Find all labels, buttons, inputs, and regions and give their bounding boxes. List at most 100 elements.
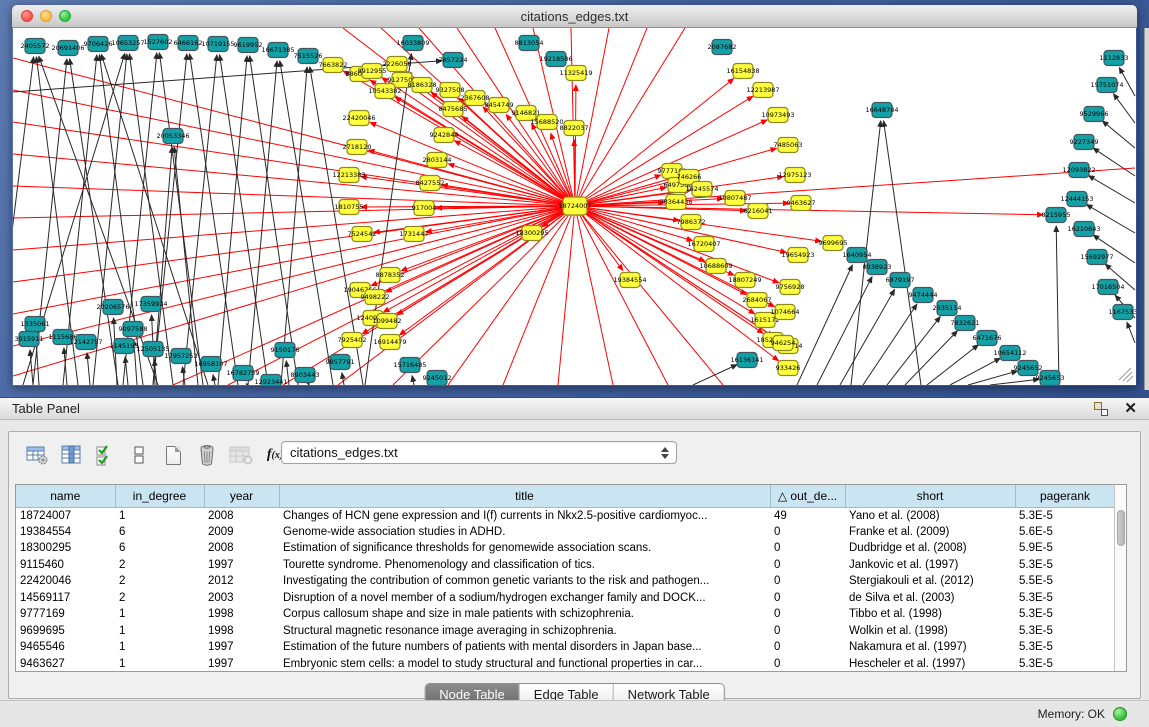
graph-node-label: 17016504 [1091, 283, 1124, 291]
graph-node-label: 15751074 [1090, 81, 1123, 89]
graph-node-label: 16720407 [687, 240, 720, 248]
graph-node-label: 20206576 [96, 303, 129, 311]
network-canvas[interactable]: 2405572206914069706426106532571527602646… [13, 28, 1136, 385]
graph-node-label: 15716485 [393, 361, 426, 369]
table-row[interactable]: 1938455462009Genome-wide association stu… [16, 524, 1115, 541]
table-row[interactable]: 1456911722003Disruption of a novel membe… [16, 590, 1115, 607]
graph-node-label: 2087682 [708, 43, 737, 51]
column-header-title[interactable]: title [279, 485, 770, 507]
float-panel-icon[interactable] [1094, 402, 1108, 416]
graph-node-label: 12923441 [254, 378, 287, 385]
table-row[interactable]: 1830029562008Estimation of significance … [16, 540, 1115, 557]
graph-node-label: 22420046 [342, 114, 375, 122]
table-toolbar: f(x) [23, 438, 289, 472]
graph-node-label: 946254 [771, 339, 796, 347]
graph-node-label: 1167533 [1109, 308, 1136, 316]
graph-node-label: 16136141 [730, 356, 763, 364]
table-row[interactable]: 946362711997Embryonic stem cells: a mode… [16, 656, 1115, 673]
graph-node-label: 9150176 [271, 346, 300, 354]
node-table-grid: namein_degreeyeartitle△ out_de...shortpa… [16, 485, 1116, 672]
column-header-pagerank[interactable]: pagerank [1015, 485, 1115, 507]
graph-node-label: 1112833 [1100, 54, 1129, 62]
graph-node-label: 18300295 [515, 229, 548, 237]
graph-node-label: 11325419 [559, 69, 592, 77]
table-scrollbar[interactable] [1114, 485, 1126, 671]
window-title: citations_edges.txt [12, 9, 1137, 24]
table-settings-icon[interactable] [23, 441, 51, 469]
graph-node-label: 12444153 [1060, 195, 1093, 203]
graph-node-label: 9245652 [1014, 364, 1043, 372]
table-row[interactable]: 977716911998Corpus callosum shape and si… [16, 606, 1115, 623]
graph-node-label: 9498222 [361, 293, 390, 301]
graph-node-label: 12213383 [332, 171, 365, 179]
graph-node-label: 3915911 [15, 335, 44, 343]
graph-node-label: 9756928 [776, 283, 805, 291]
graph-node-label: 20364436 [659, 198, 692, 206]
column-visibility-icon[interactable] [57, 441, 85, 469]
graph-node-label: 16154838 [726, 67, 759, 75]
select-columns-icon[interactable] [91, 441, 119, 469]
graph-node-label: 8186328 [408, 81, 437, 89]
table-panel-body: f(x) citations_edges.txt namein_degreeye… [0, 420, 1149, 727]
table-row[interactable]: 969969511998Structural magnetic resonanc… [16, 623, 1115, 640]
column-header-out_de[interactable]: △ out_de... [770, 485, 845, 507]
graph-node-label: 9242844 [430, 131, 459, 139]
table-selector-value: citations_edges.txt [282, 445, 658, 460]
graph-node-label: 16958107 [194, 360, 227, 368]
graph-node-label: 16033809 [396, 39, 429, 47]
graph-node-label: 9699695 [819, 239, 848, 247]
graph-node-label: 1145193 [110, 342, 139, 350]
graph-node-label: 9857791 [326, 358, 355, 366]
graph-node-label: 6471676 [973, 334, 1002, 342]
table-panel-title: Table Panel [12, 401, 80, 416]
column-header-short[interactable]: short [845, 485, 1015, 507]
new-column-icon[interactable] [159, 441, 187, 469]
table-selector-dropdown[interactable]: citations_edges.txt [281, 441, 677, 464]
graph-node-label: 7986372 [677, 218, 706, 226]
graph-node-label: 9097588 [119, 325, 148, 333]
graph-node-label: 19218586 [539, 55, 572, 63]
graph-node-label: 7524542 [348, 230, 377, 238]
graph-node-label: 9463627 [787, 199, 816, 207]
column-header-name[interactable]: name [16, 485, 115, 507]
table-row[interactable]: 911546021997Tourette syndrome. Phenomeno… [16, 557, 1115, 574]
graph-node-label: 7832621 [951, 319, 980, 327]
table-scrollbar-thumb[interactable] [1117, 510, 1125, 546]
graph-node-label: 15692977 [1080, 253, 1113, 261]
graph-node-label: 8903443 [291, 371, 320, 379]
network-window-titlebar[interactable]: citations_edges.txt [12, 5, 1137, 28]
graph-node-label: 9245653 [1036, 374, 1065, 382]
table-row[interactable]: 946554611997Estimation of the future num… [16, 639, 1115, 656]
graph-node-label: 746266 [677, 173, 702, 181]
network-graph[interactable]: 2405572206914069706426106532571527602646… [13, 28, 1136, 385]
rows-icon[interactable] [125, 441, 153, 469]
memory-status-indicator[interactable] [1113, 707, 1127, 721]
graph-node-label: 1335061 [21, 320, 50, 328]
graph-node-label: 9619952 [234, 41, 263, 49]
graph-node-label: 9245012 [423, 374, 452, 382]
graph-node-label: 1640954 [843, 251, 872, 259]
graph-node-label: 6879197 [886, 276, 915, 284]
graph-node-label: 1099482 [373, 317, 402, 325]
graph-node-label: 12093822 [1062, 166, 1095, 174]
graph-node-label: 18724007 [558, 202, 591, 210]
delete-column-icon[interactable] [193, 441, 221, 469]
column-header-in_degree[interactable]: in_degree [115, 485, 204, 507]
table-row[interactable]: 1872400712008Changes of HCN gene express… [16, 507, 1115, 524]
graph-node-label: 8215955 [1042, 211, 1071, 219]
network-window[interactable]: citations_edges.txt 24055722069140697064… [12, 5, 1137, 386]
graph-node-label: 8813054 [515, 39, 544, 47]
close-panel-icon[interactable]: ✕ [1124, 401, 1137, 416]
graph-node-label: 20691406 [51, 44, 84, 52]
graph-node-label: 10543382 [368, 87, 401, 95]
graph-node-label: 8475685 [439, 105, 468, 113]
graph-node-label: 8912955 [358, 67, 387, 75]
graph-node-label: 8427552 [416, 179, 445, 187]
graph-node-label: 10807487 [718, 194, 751, 202]
column-header-year[interactable]: year [204, 485, 279, 507]
table-row[interactable]: 2242004622012Investigating the contribut… [16, 573, 1115, 590]
graph-node-label: 16671385 [261, 46, 294, 54]
graph-node-label: 2684067 [743, 296, 772, 304]
graph-node-label: 8878352 [376, 271, 405, 279]
graph-node-label: 8938923 [863, 263, 892, 271]
